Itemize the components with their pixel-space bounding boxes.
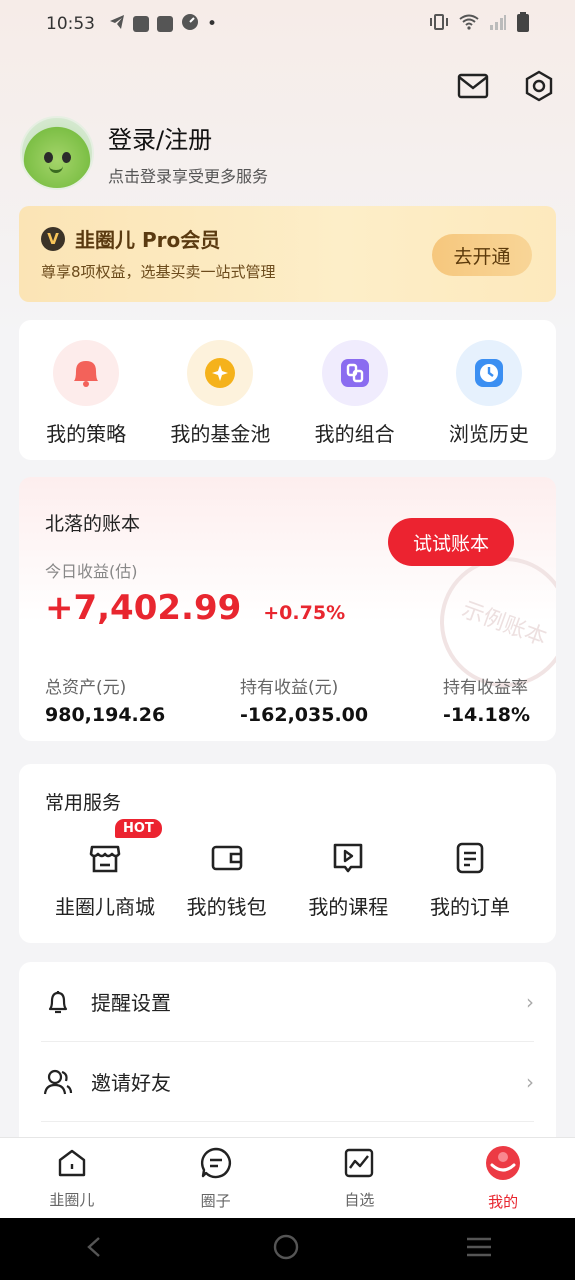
service-wallet[interactable]: 我的钱包 (167, 841, 287, 920)
tab-label: 我的 (488, 1192, 519, 1211)
tab-label: 圈子 (200, 1191, 231, 1210)
friends-icon (41, 1065, 75, 1099)
wallet-icon (210, 841, 244, 879)
quick-link-label: 我的组合 (314, 422, 395, 446)
bell-outline-icon (41, 985, 75, 1019)
quick-link-history[interactable]: 浏览历史 (429, 340, 549, 460)
quick-link-strategy[interactable]: 我的策略 (26, 340, 146, 460)
today-earnings-value: +7,402.99 (45, 588, 242, 628)
vibrate-icon (429, 13, 449, 35)
avatar-eye (62, 152, 71, 163)
login-subtitle: 点击登录享受更多服务 (108, 166, 269, 186)
speed-icon (181, 13, 199, 36)
course-icon (331, 841, 365, 879)
settings-list: 提醒设置 › 邀请好友 › (19, 962, 556, 1162)
home-button-icon[interactable] (272, 1233, 300, 1265)
stat-label: 总资产(元) (45, 678, 127, 698)
pro-membership-card[interactable]: V 韭圈儿 Pro会员 尊享8项权益，选基买卖一站式管理 去开通 (19, 206, 556, 302)
clock-icon (455, 340, 522, 406)
coin-icon (187, 340, 254, 406)
services-title: 常用服务 (45, 792, 122, 814)
ledger-card[interactable]: 示例账本 北落的账本 试试账本 今日收益(估) +7,402.99 +0.75%… (19, 477, 556, 741)
battery-icon (517, 11, 529, 37)
settings-label: 提醒设置 (91, 991, 171, 1015)
chart-icon (343, 1147, 375, 1183)
quick-link-label: 我的基金池 (170, 422, 271, 446)
gmail-icon (133, 16, 149, 32)
settings-label: 邀请好友 (91, 1071, 171, 1095)
tab-label: 自选 (344, 1190, 375, 1209)
service-course[interactable]: 我的课程 (288, 841, 408, 920)
avatar-eye (44, 152, 53, 163)
status-bar: 10:53 • (0, 0, 575, 48)
holding-return-rate: 持有收益率 -14.18% (443, 673, 530, 726)
vip-badge-icon: V (41, 226, 65, 251)
stat-label: 持有收益率 (442, 678, 528, 698)
settings-icon[interactable] (521, 68, 557, 104)
home-icon (56, 1147, 88, 1183)
common-services-card: 常用服务 HOT 韭圈儿商城 我的钱包 我的课程 我的订单 (19, 764, 556, 943)
telegram-icon (109, 14, 125, 35)
tab-me[interactable]: 我的 (431, 1138, 575, 1218)
stat-value: -162,035.00 (240, 704, 369, 726)
stat-label: 持有收益(元) (240, 678, 339, 698)
gmail-icon-2 (157, 16, 173, 32)
profile-icon (485, 1145, 521, 1185)
mail-icon[interactable] (455, 68, 491, 104)
bell-icon (53, 340, 120, 406)
login-title[interactable]: 登录/注册 (108, 120, 268, 155)
portfolio-icon (321, 340, 388, 406)
settings-item-invite[interactable]: 邀请好友 › (41, 1042, 534, 1122)
system-navigation-bar (0, 1218, 575, 1280)
quick-link-portfolio[interactable]: 我的组合 (295, 340, 415, 460)
service-label: 我的钱包 (186, 895, 267, 919)
quick-link-label: 浏览历史 (448, 422, 529, 446)
holding-earnings: 持有收益(元) -162,035.00 (240, 673, 368, 726)
pro-title: 韭圈儿 Pro会员 (75, 228, 221, 252)
bottom-tab-bar: 韭圈儿 圈子 自选 我的 (0, 1137, 575, 1218)
avatar[interactable] (20, 116, 94, 190)
recents-icon[interactable] (465, 1235, 493, 1263)
service-label: 我的课程 (308, 895, 389, 919)
stat-value: 980,194.26 (45, 704, 166, 726)
shop-icon (88, 841, 122, 879)
hot-badge: HOT (115, 819, 162, 838)
settings-item-reminders[interactable]: 提醒设置 › (41, 962, 534, 1042)
avatar-mouth (49, 166, 63, 173)
wifi-icon (459, 14, 479, 35)
service-shop[interactable]: HOT 韭圈儿商城 (45, 819, 165, 920)
chevron-right-icon: › (526, 989, 534, 1014)
try-ledger-button[interactable]: 试试账本 (388, 518, 514, 566)
quick-links-card: 我的策略 我的基金池 我的组合 浏览历史 (19, 320, 556, 460)
order-icon (453, 841, 487, 879)
back-icon[interactable] (83, 1235, 107, 1263)
tab-watchlist[interactable]: 自选 (288, 1138, 432, 1218)
profile-login[interactable]: 登录/注册 点击登录享受更多服务 (20, 116, 268, 190)
header-actions (455, 68, 557, 104)
tab-home[interactable]: 韭圈儿 (0, 1138, 144, 1218)
tab-label: 韭圈儿 (49, 1190, 95, 1209)
stat-value: -14.18% (442, 704, 530, 726)
quick-link-label: 我的策略 (46, 422, 127, 446)
chevron-right-icon: › (526, 1069, 534, 1094)
service-orders[interactable]: 我的订单 (410, 841, 530, 920)
total-assets: 总资产(元) 980,194.26 (45, 673, 165, 726)
today-earnings-percent: +0.75% (263, 602, 346, 624)
tab-circle[interactable]: 圈子 (144, 1138, 288, 1218)
quick-link-fund-pool[interactable]: 我的基金池 (160, 340, 280, 460)
signal-icon (489, 14, 507, 35)
service-label: 我的订单 (429, 895, 510, 919)
chat-icon (199, 1146, 233, 1184)
status-time: 10:53 (46, 14, 95, 34)
notification-dot: • (207, 14, 218, 34)
service-label: 韭圈儿商城 (55, 895, 155, 919)
activate-pro-button[interactable]: 去开通 (432, 234, 532, 276)
